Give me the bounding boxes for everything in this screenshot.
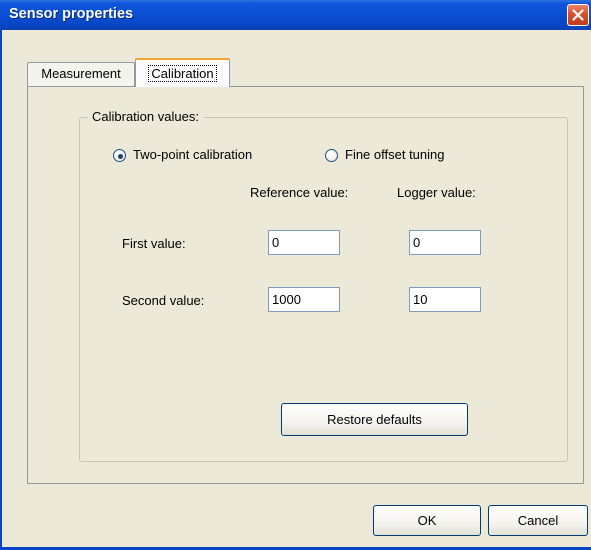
second-reference-input[interactable]: 1000 [268, 287, 340, 312]
dialog-title: Sensor properties [9, 6, 134, 22]
second-logger-input[interactable]: 10 [409, 287, 481, 312]
title-bar[interactable]: Sensor properties [0, 0, 591, 30]
close-icon [572, 9, 584, 21]
sensor-properties-dialog: Sensor properties Measurement Calibratio… [0, 0, 591, 550]
radio-selected-dot [118, 154, 123, 159]
restore-defaults-button[interactable]: Restore defaults [281, 403, 468, 436]
group-label: Calibration values: [88, 109, 203, 124]
first-logger-input[interactable]: 0 [409, 230, 481, 255]
tab-measurement-label: Measurement [41, 66, 121, 81]
tab-calibration-label: Calibration [148, 65, 217, 82]
fine-offset-tuning-label: Fine offset tuning [345, 147, 445, 162]
tab-calibration[interactable]: Calibration [135, 58, 230, 87]
ok-button[interactable]: OK [373, 505, 481, 536]
cancel-button[interactable]: Cancel [488, 505, 588, 536]
two-point-calibration-label: Two-point calibration [133, 147, 253, 162]
reference-value-header: Reference value: [250, 185, 349, 200]
radio-button-icon [113, 149, 126, 162]
first-reference-input[interactable]: 0 [268, 230, 340, 255]
tab-measurement[interactable]: Measurement [27, 62, 135, 86]
radio-button-icon [325, 149, 338, 162]
logger-value-header: Logger value: [397, 185, 476, 200]
window-frame-left [0, 30, 2, 550]
close-button[interactable] [567, 4, 589, 26]
first-value-label: First value: [122, 236, 186, 251]
second-value-label: Second value: [122, 293, 205, 308]
